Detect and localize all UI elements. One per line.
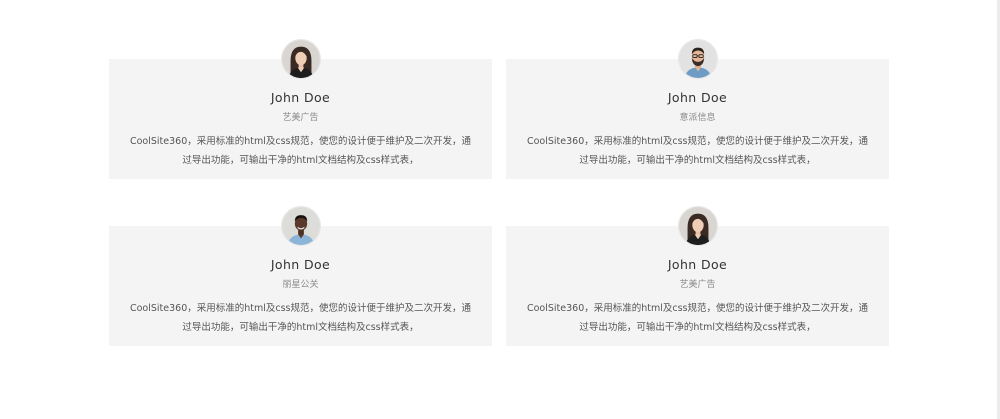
person-name: John Doe bbox=[667, 257, 728, 272]
avatar bbox=[280, 39, 321, 79]
company-name: 意派信息 bbox=[679, 113, 716, 123]
person-name: John Doe bbox=[270, 257, 331, 272]
avatar bbox=[280, 206, 321, 246]
avatar bbox=[677, 206, 718, 246]
testimonial-card: John Doe 艺美广告 CoolSite360，采用标准的html及css规… bbox=[109, 39, 492, 179]
company-name: 丽星公关 bbox=[282, 280, 319, 290]
woman-portrait-icon bbox=[678, 207, 717, 245]
person-name: John Doe bbox=[270, 90, 331, 105]
woman-portrait-icon bbox=[281, 40, 320, 78]
company-name: 艺美广告 bbox=[679, 280, 716, 290]
testimonial-card: John Doe 意派信息 CoolSite360，采用标准的html及css规… bbox=[506, 39, 889, 179]
testimonial-text: CoolSite360，采用标准的html及css规范，使您的设计便于维护及二次… bbox=[526, 303, 869, 333]
testimonial-card: John Doe 艺美广告 CoolSite360，采用标准的html及css规… bbox=[506, 206, 889, 346]
testimonial-text: CoolSite360，采用标准的html及css规范，使您的设计便于维护及二次… bbox=[129, 136, 472, 166]
testimonial-text: CoolSite360，采用标准的html及css规范，使您的设计便于维护及二次… bbox=[526, 136, 869, 166]
person-name: John Doe bbox=[667, 90, 728, 105]
testimonials-section: John Doe 艺美广告 CoolSite360，采用标准的html及css规… bbox=[0, 0, 1000, 419]
bearded-man-with-glasses-portrait-icon bbox=[678, 40, 717, 78]
avatar bbox=[677, 39, 718, 79]
testimonial-card: John Doe 丽星公关 CoolSite360，采用标准的html及css规… bbox=[109, 206, 492, 346]
company-name: 艺美广告 bbox=[282, 113, 319, 123]
testimonial-text: CoolSite360，采用标准的html及css规范，使您的设计便于维护及二次… bbox=[129, 303, 472, 333]
smiling-man-portrait-icon bbox=[281, 207, 320, 245]
